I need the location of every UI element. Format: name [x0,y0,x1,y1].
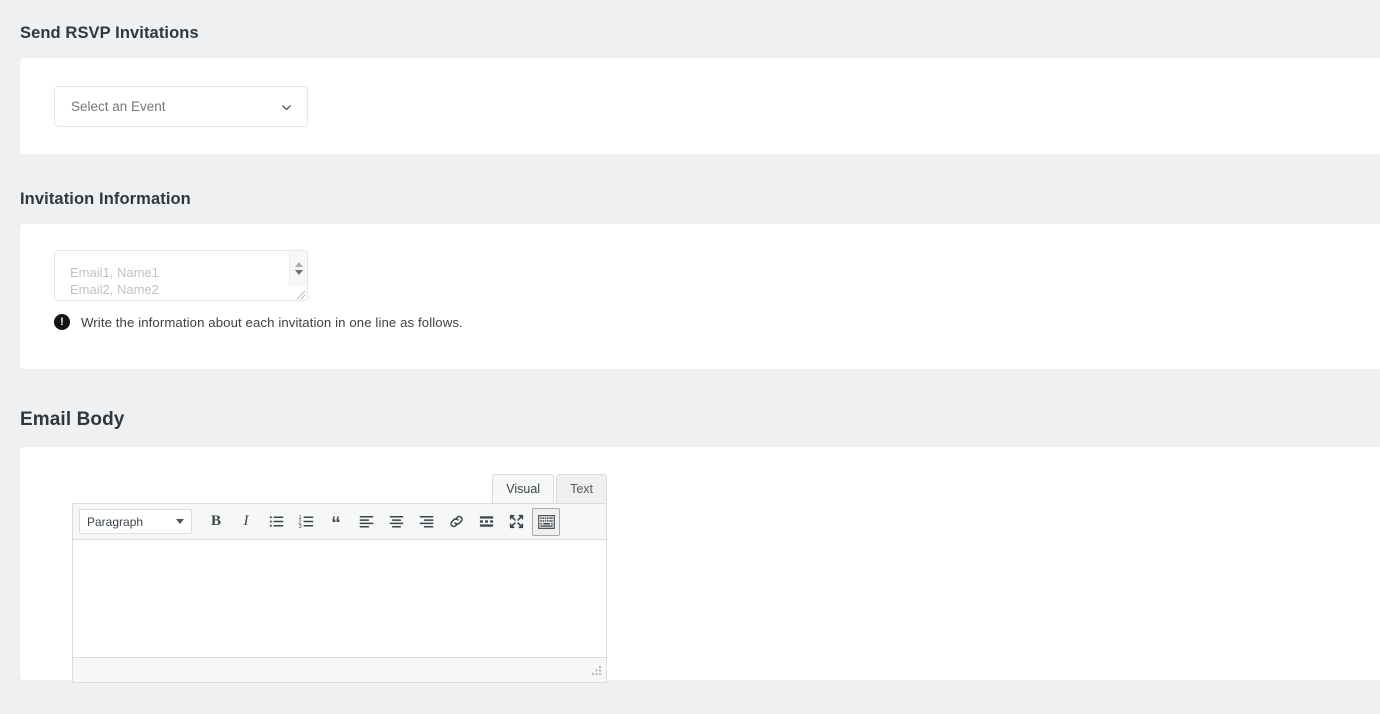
email-body-heading: Email Body [20,409,125,430]
svg-text:3: 3 [298,524,301,530]
rsvp-invitations-page: Send RSVP Invitations Select an Event In… [0,0,1380,714]
numbered-list-icon[interactable]: 1 2 3 [292,508,320,536]
event-selection-card: Select an Event [20,58,1380,154]
bold-icon[interactable]: B [202,508,230,536]
caret-down-icon [176,519,184,524]
tab-text[interactable]: Text [556,473,607,503]
spinner-down-icon[interactable] [294,270,303,275]
invitation-information-card: ! Write the information about each invit… [20,224,1380,369]
format-select-value: Paragraph [87,514,144,529]
invitation-format-hint: ! Write the information about each invit… [54,314,463,330]
textarea-resize-handle[interactable] [294,287,306,300]
align-right-icon[interactable] [412,508,440,536]
toolbar-toggle-icon[interactable] [532,507,560,536]
read-more-icon[interactable] [472,508,500,536]
editor-toolbar: Paragraph B I 1 2 3 “ [73,504,606,540]
align-left-icon[interactable] [352,508,380,536]
invitation-list-textarea[interactable] [54,250,308,301]
align-center-icon[interactable] [382,508,410,536]
bulleted-list-icon[interactable] [262,508,290,536]
blockquote-icon[interactable]: “ [322,508,350,536]
editor-box: Paragraph B I 1 2 3 “ [72,503,607,683]
invitation-textarea-wrapper [54,250,308,301]
editor-content-area[interactable] [73,540,606,657]
page-title: Send RSVP Invitations [20,24,199,42]
tab-visual[interactable]: Visual [492,473,555,503]
format-select[interactable]: Paragraph [79,509,192,534]
italic-icon[interactable]: I [232,508,260,536]
email-body-card: Visual Text Paragraph B I 1 2 3 “ [20,447,1380,683]
editor-statusbar [73,657,606,682]
textarea-spinner[interactable] [289,251,307,286]
invitation-hint-text: Write the information about each invitat… [81,314,463,330]
editor-resize-handle[interactable] [589,665,603,679]
invitation-information-heading: Invitation Information [20,190,191,208]
link-icon[interactable] [442,508,470,536]
event-select[interactable]: Select an Event [54,86,308,127]
chevron-down-icon [280,101,293,114]
fullscreen-icon[interactable] [502,508,530,536]
event-select-value: Select an Event [71,99,166,114]
spinner-up-icon[interactable] [294,262,303,267]
exclamation-circle-icon: ! [54,314,70,330]
editor-mode-tabs: Visual Text [492,473,607,503]
